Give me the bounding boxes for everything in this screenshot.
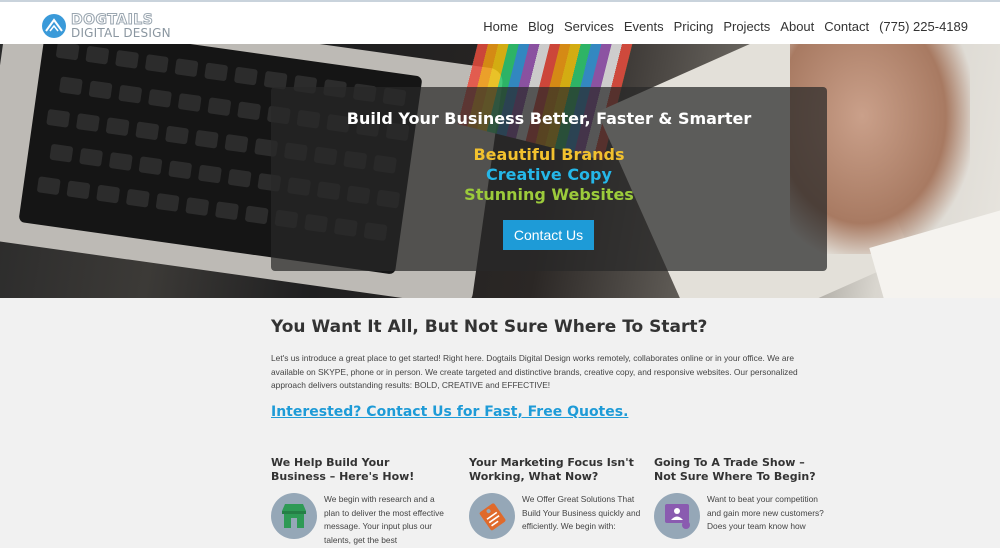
- nav-blog[interactable]: Blog: [528, 19, 554, 34]
- nav-services[interactable]: Services: [564, 19, 614, 34]
- keyboard-key: [168, 160, 193, 180]
- contact-us-button[interactable]: Contact Us: [503, 220, 594, 250]
- keyboard-key: [227, 168, 252, 188]
- keyboard-key: [177, 93, 202, 112]
- nav-pricing[interactable]: Pricing: [674, 19, 714, 34]
- keyboard-key: [207, 97, 232, 117]
- keyboard-key: [197, 164, 222, 184]
- keyboard-key: [96, 184, 121, 204]
- keyboard-key: [174, 58, 199, 78]
- keyboard-key: [46, 108, 71, 128]
- keyboard-key: [165, 125, 190, 145]
- logo-mark-icon: [42, 14, 66, 38]
- keyboard-key: [147, 88, 172, 108]
- feature-card: Going To A Trade Show – Not Sure Where T…: [654, 456, 826, 539]
- nav-home[interactable]: Home: [483, 19, 518, 34]
- keyboard-key: [244, 205, 269, 225]
- keyboard-key: [185, 197, 210, 217]
- feature-text: Want to beat your competition and gain m…: [707, 494, 824, 531]
- keyboard-key: [36, 176, 61, 196]
- keyboard-key: [88, 80, 113, 100]
- keyboard-key: [75, 113, 100, 132]
- keyboard-key: [214, 201, 239, 221]
- keyboard-key: [135, 121, 160, 141]
- presentation-icon: [654, 493, 700, 539]
- page-title: You Want It All, But Not Sure Where To S…: [271, 317, 708, 337]
- hero-title: Build Your Business Better, Faster & Sma…: [346, 109, 752, 128]
- hero-line-websites: Stunning Websites: [464, 185, 634, 204]
- feature-title[interactable]: We Help Build Your Business – Here's How…: [271, 456, 443, 484]
- feature-title[interactable]: Your Marketing Focus Isn't Working, What…: [469, 456, 641, 484]
- keyboard-key: [58, 76, 83, 96]
- logo-tagline: DIGITAL DESIGN: [71, 26, 171, 40]
- keyboard-key: [233, 66, 258, 86]
- hero-overlay: Build Your Business Better, Faster & Sma…: [271, 87, 827, 271]
- keyboard-key: [237, 101, 262, 121]
- hero-banner: Build Your Business Better, Faster & Sma…: [0, 44, 1000, 298]
- storefront-icon: [271, 493, 317, 539]
- keyboard-key: [55, 44, 80, 61]
- keyboard-key: [108, 152, 133, 171]
- hero-line-brands: Beautiful Brands: [473, 145, 625, 164]
- keyboard-key: [85, 45, 110, 65]
- nav-phone[interactable]: (775) 225-4189: [879, 19, 968, 34]
- keyboard-key: [66, 180, 91, 200]
- keyboard-key: [204, 62, 229, 82]
- intro-paragraph: Let's us introduce a great place to get …: [271, 353, 798, 390]
- keyboard-key: [224, 133, 249, 153]
- nav-contact[interactable]: Contact: [824, 19, 869, 34]
- feature-card: We Help Build Your Business – Here's How…: [271, 456, 444, 545]
- site-header: DOGTAILS DIGITAL DESIGN Home Blog Servic…: [0, 0, 1000, 44]
- nav-projects[interactable]: Projects: [723, 19, 770, 34]
- quote-cta-link[interactable]: Interested? Contact Us for Fast, Free Qu…: [271, 404, 628, 420]
- nav-about[interactable]: About: [780, 19, 814, 34]
- nav-events[interactable]: Events: [624, 19, 664, 34]
- price-tag-icon: [469, 493, 515, 539]
- keyboard-key: [105, 117, 130, 137]
- feature-text: We begin with research and a plan to del…: [324, 494, 444, 545]
- keyboard-key: [118, 84, 143, 104]
- keyboard-key: [144, 54, 169, 73]
- keyboard-key: [194, 129, 219, 149]
- keyboard-key: [49, 143, 74, 163]
- keyboard-key: [125, 188, 150, 208]
- feature-text: We Offer Great Solutions That Build Your…: [522, 494, 641, 531]
- keyboard-key: [138, 156, 163, 176]
- logo[interactable]: DOGTAILS DIGITAL DESIGN: [42, 12, 172, 42]
- keyboard-key: [155, 192, 180, 212]
- feature-title[interactable]: Going To A Trade Show – Not Sure Where T…: [654, 456, 826, 484]
- logo-wordmark: DOGTAILS: [70, 12, 154, 28]
- keyboard-key: [79, 147, 104, 167]
- feature-card: Your Marketing Focus Isn't Working, What…: [469, 456, 641, 539]
- main-nav: Home Blog Services Events Pricing Projec…: [483, 19, 968, 34]
- keyboard-key: [115, 49, 140, 69]
- hero-line-copy: Creative Copy: [486, 165, 612, 184]
